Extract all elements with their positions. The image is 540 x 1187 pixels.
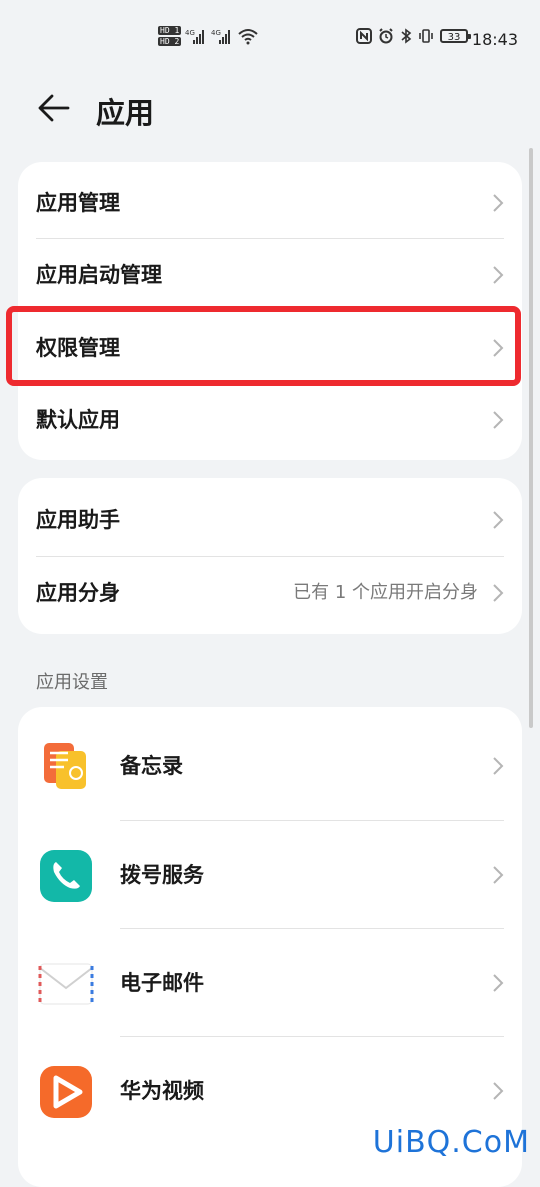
chevron-right-icon xyxy=(493,866,504,884)
row-app-management[interactable]: 应用管理 xyxy=(18,167,522,239)
alarm-icon xyxy=(379,28,393,44)
chevron-right-icon xyxy=(493,266,504,284)
phone-icon xyxy=(40,850,92,902)
status-bar: HD 1 HD 2 4G 4G 33 18:43 xyxy=(0,0,540,80)
app-row-dialer[interactable]: 拨号服务 xyxy=(18,821,522,929)
app-tools-card: 应用助手 应用分身 已有 1 个应用开启分身 xyxy=(18,478,522,634)
chevron-right-icon xyxy=(493,511,504,529)
scrollbar[interactable] xyxy=(529,148,533,728)
nfc-icon xyxy=(356,28,372,44)
highlight-annotation xyxy=(6,306,521,386)
svg-text:4G: 4G xyxy=(185,29,195,37)
battery-icon: 33 xyxy=(440,29,471,43)
chevron-right-icon xyxy=(493,1082,504,1100)
signal-icon: 4G xyxy=(185,29,205,44)
app-label: 备忘录 xyxy=(120,754,183,778)
app-label: 拨号服务 xyxy=(120,863,204,887)
header: 应用 xyxy=(0,80,540,140)
app-label: 电子邮件 xyxy=(120,971,204,995)
chevron-right-icon xyxy=(493,974,504,992)
bluetooth-icon xyxy=(401,28,412,44)
chevron-right-icon xyxy=(493,757,504,775)
row-app-startup-management[interactable]: 应用启动管理 xyxy=(18,239,522,311)
signal-icon-2: 4G xyxy=(211,29,231,44)
app-list-card: 备忘录 拨号服务 电子邮件 华为视频 xyxy=(18,707,522,1187)
page-title: 应用 xyxy=(96,96,155,130)
chevron-right-icon xyxy=(493,584,504,602)
row-label: 默认应用 xyxy=(36,408,120,432)
section-title: 应用设置 xyxy=(36,672,108,693)
row-label: 应用助手 xyxy=(36,508,120,532)
status-left: HD 1 HD 2 4G 4G xyxy=(158,26,259,46)
status-right: 33 xyxy=(356,28,471,44)
notepad-icon xyxy=(44,743,86,789)
status-time: 18:43 xyxy=(471,30,518,49)
sim1-badge: HD 1 xyxy=(158,26,182,35)
vibrate-icon xyxy=(419,29,433,43)
row-value: 已有 1 个应用开启分身 xyxy=(293,582,478,603)
email-icon xyxy=(38,963,94,1005)
wifi-icon xyxy=(238,29,258,45)
sim-badges: HD 1 HD 2 xyxy=(158,26,182,46)
sim2-badge: HD 2 xyxy=(158,37,182,46)
row-label: 应用启动管理 xyxy=(36,263,162,287)
back-arrow-icon[interactable] xyxy=(36,92,72,124)
chevron-right-icon xyxy=(493,411,504,429)
app-row-notes[interactable]: 备忘录 xyxy=(18,712,522,820)
app-row-email[interactable]: 电子邮件 xyxy=(18,929,522,1037)
row-label: 应用管理 xyxy=(36,191,120,215)
svg-text:4G: 4G xyxy=(211,29,221,37)
watermark: UiBQ.CoM xyxy=(372,1125,530,1160)
row-app-assistant[interactable]: 应用助手 xyxy=(18,484,522,556)
row-app-twin[interactable]: 应用分身 已有 1 个应用开启分身 xyxy=(18,557,522,629)
chevron-right-icon xyxy=(493,194,504,212)
video-icon xyxy=(40,1066,92,1118)
row-label: 应用分身 xyxy=(36,581,120,605)
app-label: 华为视频 xyxy=(120,1079,204,1103)
row-default-apps[interactable]: 默认应用 xyxy=(18,384,522,456)
